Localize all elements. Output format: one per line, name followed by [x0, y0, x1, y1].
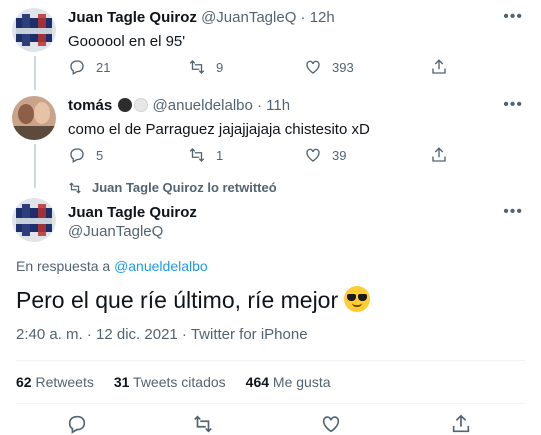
- author-name[interactable]: tomás: [68, 97, 112, 114]
- share-icon: [432, 59, 446, 74]
- retweets-count: 62: [16, 374, 32, 390]
- main-author-handle[interactable]: @JuanTagleQ: [68, 222, 163, 242]
- author-handle[interactable]: @JuanTagleQ: [201, 9, 296, 26]
- tweet-text: Goooool en el 95': [68, 33, 186, 50]
- main-tweet-text: Pero el que ríe último, ríe mejor: [16, 286, 371, 314]
- retweet-count: 9: [216, 59, 224, 75]
- reply-count: 5: [96, 147, 104, 163]
- retweet-icon: [189, 148, 205, 162]
- likes-count: 464: [245, 374, 270, 390]
- likes-label: Me gusta: [272, 374, 331, 390]
- main-author-name: Juan Tagle Quiroz: [68, 203, 197, 223]
- more-icon[interactable]: •••: [503, 8, 523, 26]
- author-handle[interactable]: @anueldelalbo: [153, 97, 253, 114]
- tweet-time[interactable]: · 12h: [301, 9, 335, 26]
- author-name[interactable]: Juan Tagle Quiroz: [68, 204, 197, 221]
- tweet-header: tomás @anueldelalbo · 11h: [68, 96, 290, 116]
- thread-line: [34, 144, 36, 188]
- like-button[interactable]: [320, 413, 342, 435]
- like-count: 393: [332, 59, 354, 75]
- heart-icon: [306, 60, 320, 74]
- main-tweet-actions: [0, 413, 541, 435]
- more-icon[interactable]: •••: [503, 96, 523, 114]
- tweet-1[interactable]: Juan Tagle Quiroz @JuanTagleQ · 12h ••• …: [0, 0, 541, 90]
- tweet-text: Pero el que ríe último, ríe mejor: [16, 287, 339, 313]
- thread-line: [34, 56, 36, 90]
- retweeted-note[interactable]: Juan Tagle Quiroz lo retwitteó: [68, 180, 277, 195]
- retweeted-label: Juan Tagle Quiroz lo retwitteó: [92, 180, 277, 195]
- tweet-stats: 62 Retweets 31 Tweets citados 464 Me gus…: [16, 374, 331, 390]
- heart-icon: [322, 416, 340, 433]
- quotes-stat[interactable]: 31 Tweets citados: [114, 374, 226, 390]
- tweet-header: Juan Tagle Quiroz @JuanTagleQ · 12h: [68, 8, 335, 28]
- tweet-actions: 5 1 39: [68, 146, 458, 166]
- retweet-icon: [189, 60, 205, 74]
- emoji-circles: [116, 96, 149, 116]
- retweets-label: Retweets: [35, 374, 94, 390]
- black-circle-icon: [118, 98, 133, 113]
- like-button[interactable]: 39: [304, 146, 346, 164]
- retweet-count: 1: [216, 147, 224, 163]
- avatar[interactable]: [12, 96, 56, 140]
- like-button[interactable]: 393: [304, 58, 354, 76]
- share-icon: [432, 147, 446, 162]
- retweet-button[interactable]: [192, 413, 214, 435]
- reply-to: En respuesta a @anueldelalbo: [16, 258, 208, 274]
- share-button[interactable]: [430, 146, 448, 164]
- reply-icon: [68, 415, 86, 434]
- reply-button[interactable]: 5: [68, 146, 103, 164]
- quotes-count: 31: [113, 374, 130, 390]
- share-icon: [452, 414, 470, 433]
- like-count: 39: [332, 147, 347, 163]
- retweet-button[interactable]: 1: [188, 146, 223, 164]
- reply-button[interactable]: [66, 413, 88, 435]
- avatar[interactable]: [12, 8, 56, 52]
- avatar[interactable]: [12, 198, 56, 242]
- divider: [16, 403, 525, 404]
- share-button[interactable]: [430, 58, 448, 76]
- quotes-label: Tweets citados: [133, 374, 226, 390]
- retweet-icon: [69, 181, 81, 194]
- tweet-actions: 21 9 393: [68, 58, 458, 78]
- sunglasses-emoji-icon: [344, 286, 371, 312]
- retweet-button[interactable]: 9: [188, 58, 223, 76]
- retweets-stat[interactable]: 62 Retweets: [16, 374, 94, 390]
- tweet-2[interactable]: tomás @anueldelalbo · 11h ••• como el de…: [0, 88, 541, 188]
- reply-to-handle[interactable]: @anueldelalbo: [114, 258, 208, 274]
- reply-to-prefix: En respuesta a: [16, 258, 111, 274]
- white-circle-icon: [134, 98, 149, 113]
- tweet-text: como el de Parraguez jajajjajaja chistes…: [68, 121, 370, 138]
- reply-icon: [70, 148, 84, 163]
- reply-icon: [70, 60, 84, 75]
- share-button[interactable]: [450, 413, 472, 435]
- reply-button[interactable]: 21: [68, 58, 110, 76]
- tweet-timestamp[interactable]: 2:40 a. m. · 12 dic. 2021 · Twitter for …: [16, 326, 308, 343]
- more-icon[interactable]: •••: [503, 203, 523, 221]
- reply-count: 21: [96, 59, 111, 75]
- divider: [16, 360, 525, 361]
- tweet-time[interactable]: · 11h: [257, 97, 290, 114]
- likes-stat[interactable]: 464 Me gusta: [246, 374, 331, 390]
- retweet-icon: [194, 415, 212, 433]
- author-name[interactable]: Juan Tagle Quiroz: [68, 9, 197, 26]
- heart-icon: [306, 148, 320, 162]
